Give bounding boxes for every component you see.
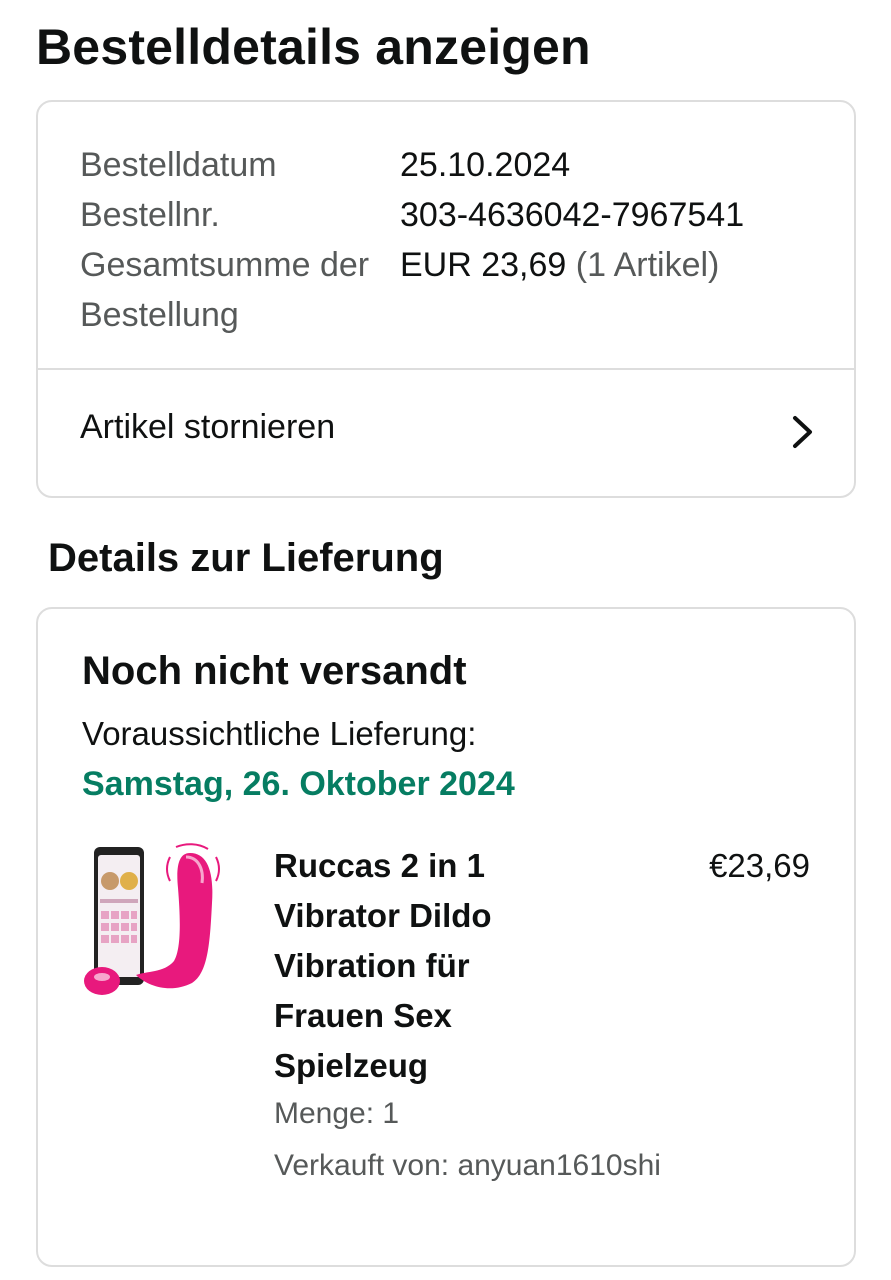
cancel-items-button[interactable]: Artikel stornieren: [38, 370, 854, 498]
delivery-section-title: Details zur Lieferung: [48, 536, 444, 580]
order-summary-grid: Bestelldatum 25.10.2024 Bestellnr. 303-4…: [80, 140, 820, 340]
order-number-value: 303-4636042-7967541: [400, 196, 745, 234]
order-number-label: Bestellnr.: [80, 196, 220, 234]
product-image[interactable]: [80, 843, 230, 1003]
order-date-value: 25.10.2024: [400, 146, 571, 184]
product-seller: Verkauft von: anyuan1610shi: [274, 1149, 661, 1182]
order-summary-card: Bestelldatum 25.10.2024 Bestellnr. 303-4…: [36, 100, 856, 498]
product-quantity: Menge: 1: [274, 1097, 400, 1130]
page-title: Bestelldetails anzeigen: [36, 19, 591, 75]
product-title-link[interactable]: Ruccas 2 in 1 Vibrator Dildo Vibration f…: [274, 841, 574, 1091]
order-total-amount: EUR 23,69: [400, 246, 567, 284]
order-date-row: Bestelldatum 25.10.2024: [80, 140, 820, 190]
delivery-estimate-date: Samstag, 26. Oktober 2024: [82, 765, 515, 803]
chevron-right-icon: [793, 416, 812, 448]
order-total-value: EUR 23,69 (1 Artikel): [400, 240, 719, 340]
order-total-row: Gesamtsumme der Bestellung EUR 23,69 (1 …: [80, 240, 820, 340]
order-total-item-count: (1 Artikel): [575, 246, 720, 284]
shipment-status: Noch nicht versandt: [82, 649, 467, 693]
order-number-row: Bestellnr. 303-4636042-7967541: [80, 190, 820, 240]
product-price: €23,69: [709, 847, 810, 884]
order-total-label: Gesamtsumme der Bestellung: [80, 246, 370, 334]
cancel-items-label: Artikel stornieren: [80, 408, 336, 446]
order-details-page: Bestelldetails anzeigen Bestelldatum 25.…: [0, 0, 891, 1280]
delivery-card: Noch nicht versandt Voraussichtliche Lie…: [36, 607, 856, 1267]
delivery-estimate-label: Voraussichtliche Lieferung:: [82, 715, 477, 752]
order-date-label: Bestelldatum: [80, 146, 277, 184]
